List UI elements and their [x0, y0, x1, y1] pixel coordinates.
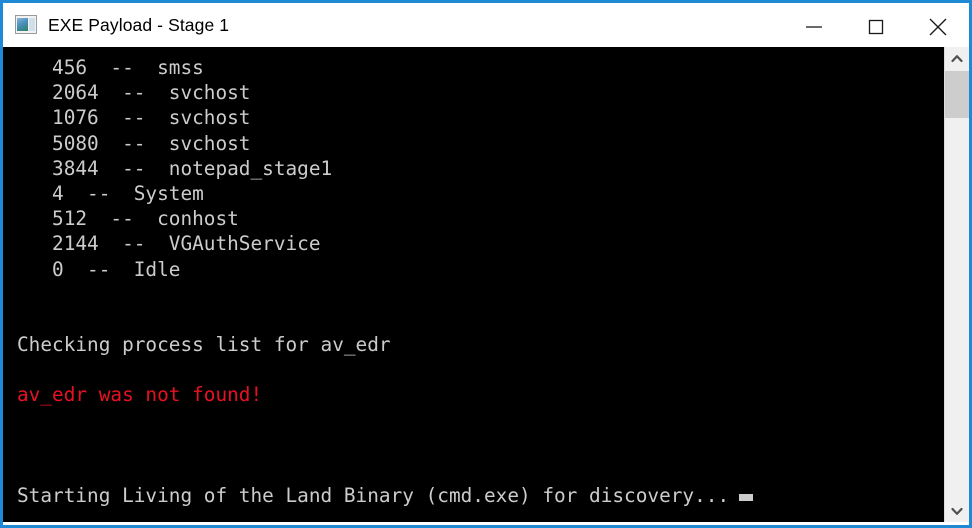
console-line: Starting Living of the Land Binary (cmd.…: [17, 483, 944, 508]
console-scrollbar[interactable]: [944, 47, 969, 522]
console-line: 2064 -- svchost: [17, 81, 251, 105]
console-output-area[interactable]: 456 -- smss 2064 -- svchost 1076 -- svch…: [3, 47, 944, 522]
close-icon: [929, 18, 947, 35]
chevron-down-icon: [951, 507, 963, 515]
terminal-cursor: [739, 494, 754, 502]
window-controls: [783, 3, 969, 50]
maximize-icon: [868, 19, 884, 34]
console-line: 4 -- System: [17, 181, 204, 205]
console-line: 0 -- Idle: [17, 257, 181, 281]
console-line: 2144 -- VGAuthService: [17, 232, 321, 256]
console-window-icon: [15, 15, 37, 35]
console-text: 456 -- smss 2064 -- svchost 1076 -- svch…: [3, 47, 944, 508]
chevron-up-icon: [951, 54, 963, 62]
close-button[interactable]: [907, 3, 969, 50]
console-line: 456 -- smss: [17, 56, 204, 79]
console-line: 1076 -- svchost: [17, 106, 251, 130]
scrollbar-thumb[interactable]: [945, 71, 969, 118]
maximize-button[interactable]: [845, 3, 907, 50]
minimize-button[interactable]: [783, 3, 845, 50]
console-line: 3844 -- notepad_stage1: [17, 156, 333, 180]
console-line: av_edr was not found!: [17, 383, 263, 407]
console-window: EXE Payload - Stage 1 456 -- smss 2064 -…: [0, 0, 972, 528]
minimize-icon: [806, 25, 822, 28]
console-line: 512 -- conhost: [17, 207, 239, 231]
scrollbar-up-button[interactable]: [945, 47, 969, 69]
window-title: EXE Payload - Stage 1: [48, 14, 230, 35]
console-line: Checking process list for av_edr: [17, 333, 391, 357]
titlebar[interactable]: EXE Payload - Stage 1: [3, 0, 969, 50]
scrollbar-down-button[interactable]: [945, 500, 969, 522]
console-line: 5080 -- svchost: [17, 131, 251, 155]
